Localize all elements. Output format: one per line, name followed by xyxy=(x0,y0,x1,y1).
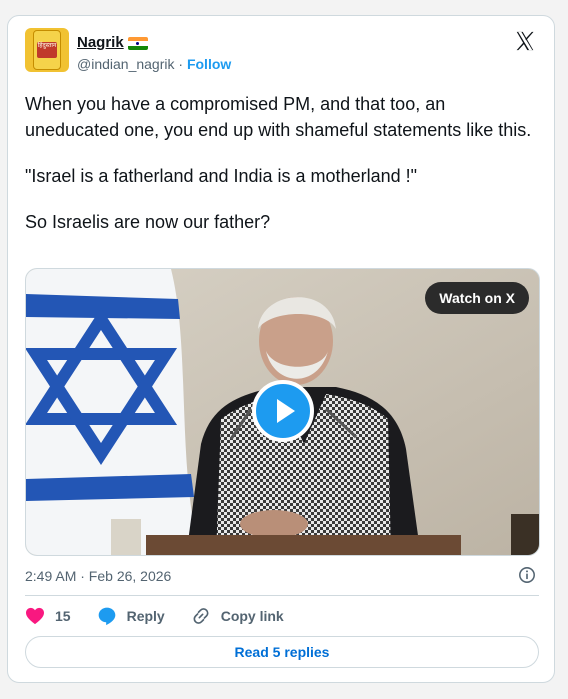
copy-link-label: Copy link xyxy=(220,608,284,624)
author-handle[interactable]: @indian_nagrik xyxy=(77,56,175,72)
video-player[interactable]: Watch on X xyxy=(25,268,540,556)
tweet-paragraph: "Israel is a fatherland and India is a m… xyxy=(25,166,418,186)
play-icon xyxy=(277,399,295,423)
tweet-paragraph: When you have a compromised PM, and that… xyxy=(25,94,532,140)
like-button[interactable]: 15 xyxy=(25,607,71,625)
info-icon[interactable] xyxy=(518,566,536,584)
india-flag-icon xyxy=(128,37,148,50)
link-icon xyxy=(193,608,209,624)
avatar[interactable]: हिंदुस्तान xyxy=(25,28,69,72)
like-count: 15 xyxy=(55,608,71,624)
timestamp[interactable]: 2:49 AM · Feb 26, 2026 xyxy=(25,568,171,584)
divider xyxy=(25,595,539,596)
jar-logo-icon: हिंदुस्तान xyxy=(33,30,61,70)
copy-link-button[interactable]: Copy link xyxy=(191,606,284,626)
heart-icon xyxy=(26,607,44,625)
reply-label: Reply xyxy=(126,608,165,624)
tweet-card: हिंदुस्तान Nagrik @indian_nagrik · Follo… xyxy=(7,15,555,683)
author-name[interactable]: Nagrik xyxy=(77,34,124,51)
reply-button[interactable]: Reply xyxy=(97,606,165,626)
reply-bubble-icon xyxy=(98,607,115,626)
x-logo-icon[interactable] xyxy=(514,30,536,52)
watch-on-x-button[interactable]: Watch on X xyxy=(425,282,529,314)
avatar-logo-text: हिंदुस्तान xyxy=(37,42,57,58)
follow-button[interactable]: Follow xyxy=(187,56,231,72)
tweet-text: When you have a compromised PM, and that… xyxy=(25,91,535,235)
play-button[interactable] xyxy=(252,380,314,442)
action-bar: 15 Reply Copy link xyxy=(25,605,310,627)
tweet-paragraph: So Israelis are now our father? xyxy=(25,212,271,232)
author-handle-row: @indian_nagrik · Follow xyxy=(77,56,231,72)
separator: · xyxy=(178,56,184,72)
read-replies-button[interactable]: Read 5 replies xyxy=(25,636,539,668)
